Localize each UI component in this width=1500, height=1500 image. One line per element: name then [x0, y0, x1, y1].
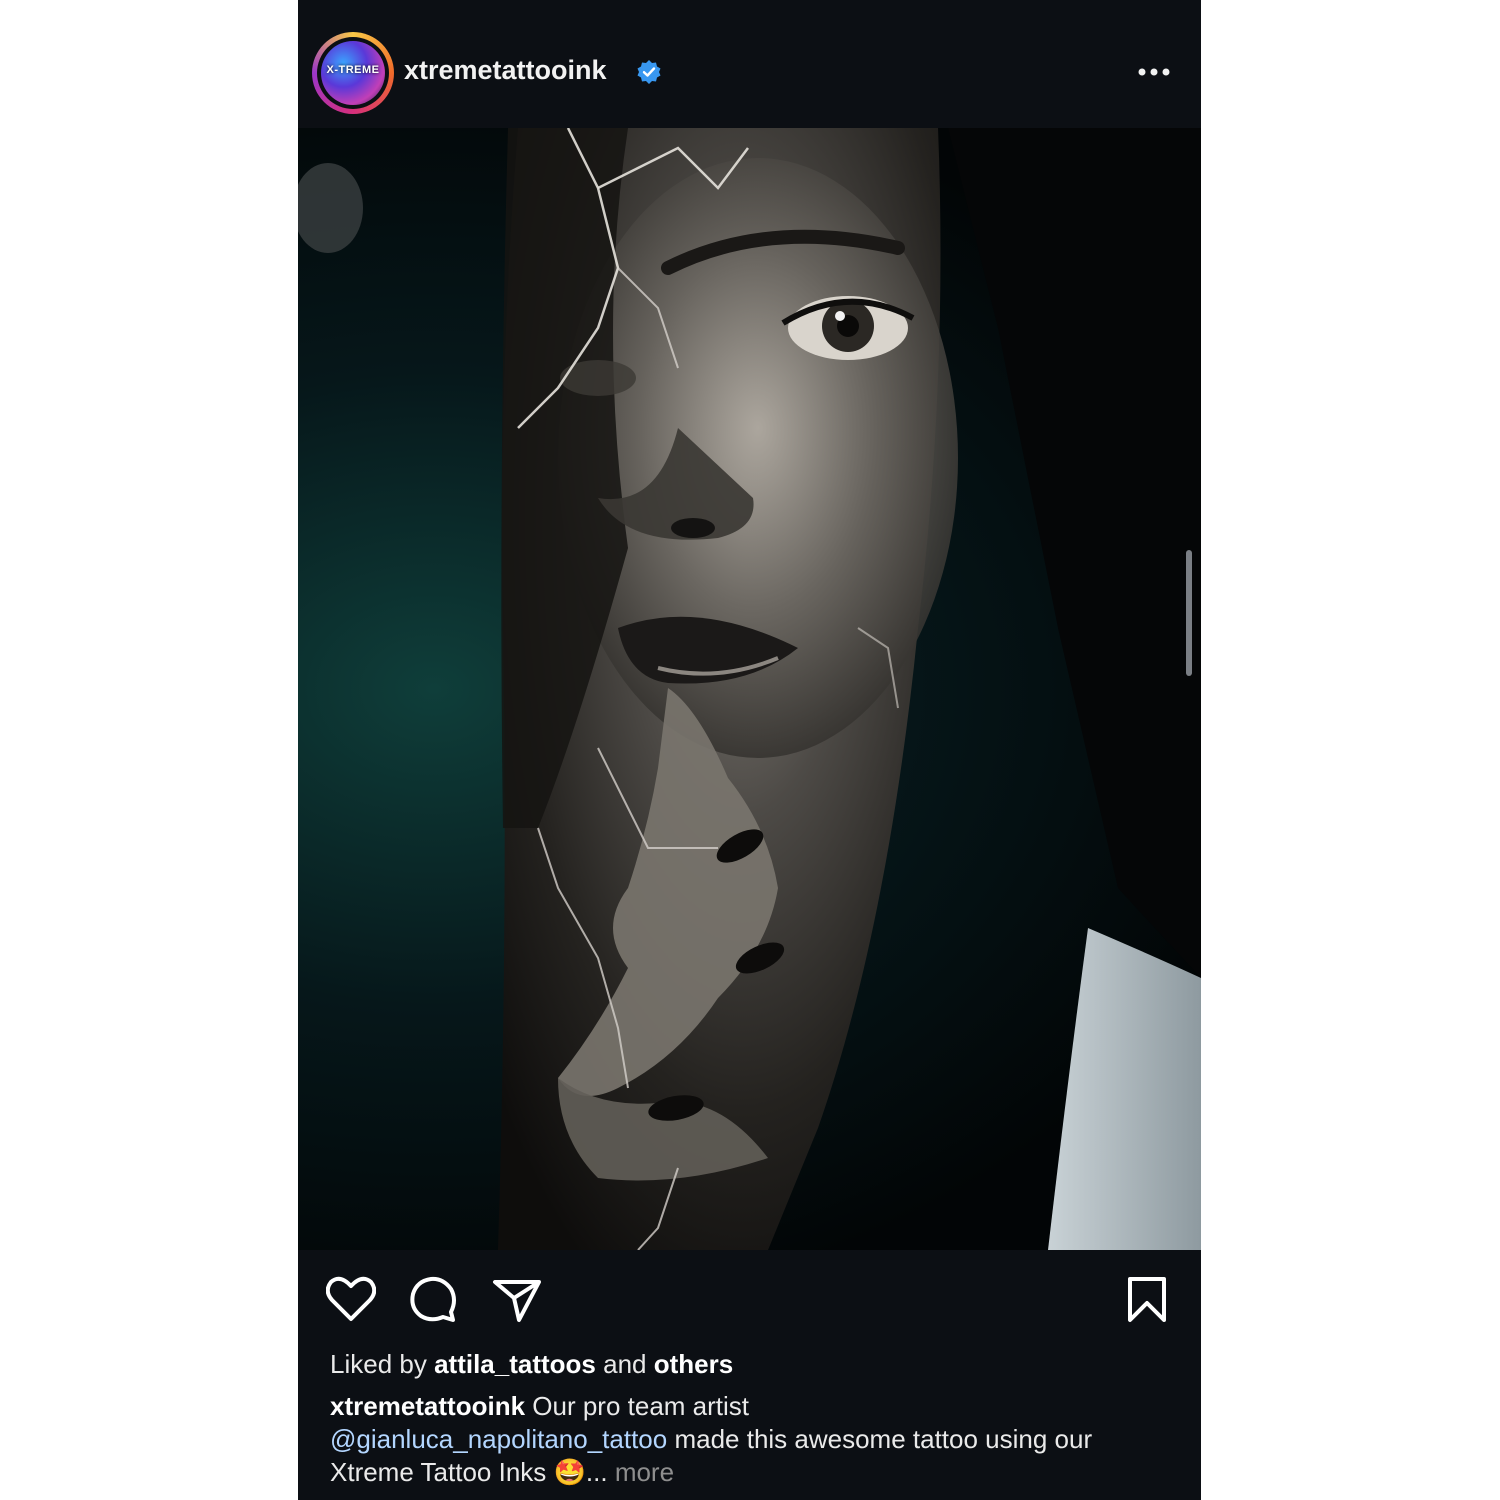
comment-icon[interactable] [409, 1276, 457, 1324]
bookmark-icon[interactable] [1126, 1276, 1168, 1324]
tattoo-photo [298, 128, 1201, 1250]
post-caption: xtremetattooink Our pro team artist @gia… [330, 1390, 1170, 1489]
post-username[interactable]: xtremetattooink [404, 55, 607, 86]
liked-by-others[interactable]: others [654, 1349, 733, 1379]
caption-username[interactable]: xtremetattooink [330, 1391, 525, 1421]
scrollbar[interactable] [1186, 550, 1192, 676]
avatar[interactable]: X-TREME [312, 32, 394, 114]
caption-text: Our pro team artist [532, 1391, 750, 1421]
caption-mention[interactable]: @gianluca_napolitano_tattoo [330, 1424, 667, 1454]
post-image[interactable] [298, 128, 1201, 1250]
liked-by-user[interactable]: attila_tattoos [434, 1349, 596, 1379]
verified-badge-icon [637, 60, 661, 84]
more-options-icon[interactable] [1136, 66, 1172, 78]
star-struck-emoji: 🤩 [553, 1457, 586, 1487]
caption-more-link[interactable]: more [615, 1457, 674, 1487]
avatar-logo: X-TREME [326, 64, 380, 76]
send-icon[interactable] [492, 1278, 542, 1324]
post-actions [298, 1250, 1201, 1340]
likes-summary[interactable]: Liked by attila_tattoos and others [330, 1349, 733, 1380]
instagram-post: X-TREME xtremetattooink Liked by attila_… [298, 0, 1201, 1500]
heart-icon[interactable] [326, 1276, 376, 1322]
caption-ellipsis: ... [585, 1457, 608, 1487]
post-header: X-TREME xtremetattooink [298, 0, 1201, 129]
